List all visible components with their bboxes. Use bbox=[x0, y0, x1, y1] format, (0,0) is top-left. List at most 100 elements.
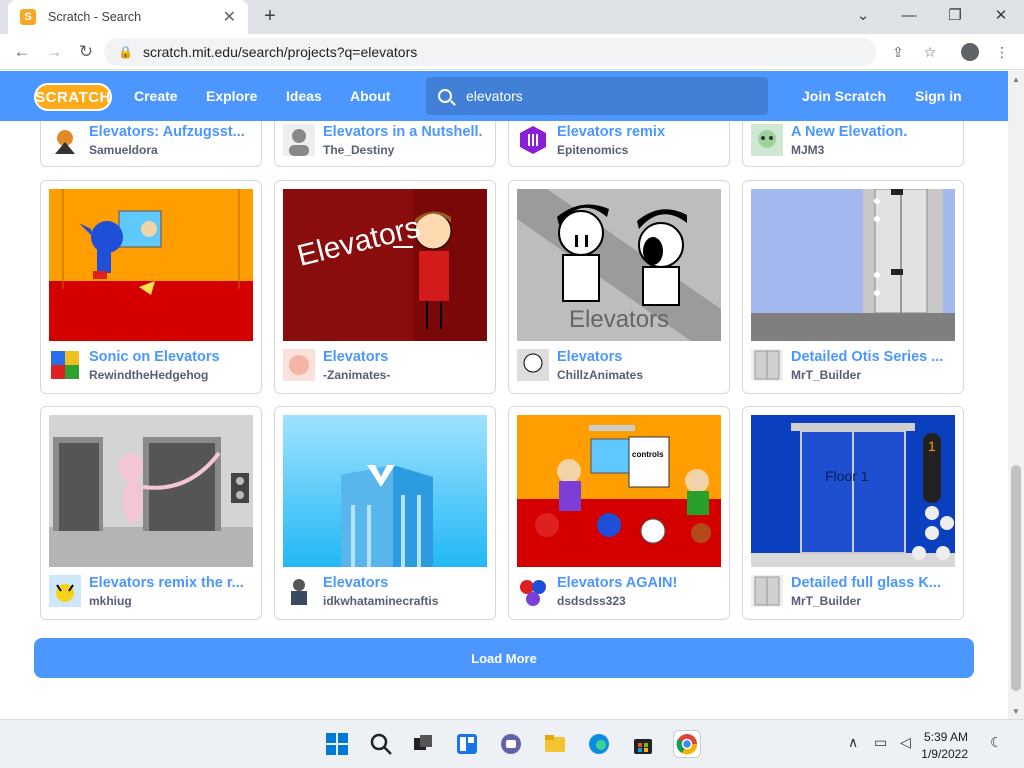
bookmark-star-icon[interactable]: ☆ bbox=[918, 40, 942, 64]
project-thumbnail[interactable] bbox=[751, 189, 955, 341]
project-thumbnail[interactable] bbox=[49, 415, 253, 567]
network-icon[interactable]: ▭ bbox=[874, 734, 887, 751]
project-title[interactable]: Elevators AGAIN! bbox=[557, 575, 721, 591]
system-clock[interactable]: 5:39 AM 1/9/2022 bbox=[921, 729, 968, 763]
project-author[interactable]: mkhiug bbox=[89, 594, 132, 608]
task-view-icon[interactable] bbox=[410, 731, 436, 757]
chrome-icon[interactable] bbox=[674, 731, 700, 757]
notification-icon[interactable]: ☾ bbox=[990, 734, 1003, 751]
thumb-caption: controls bbox=[632, 450, 664, 459]
file-explorer-icon[interactable] bbox=[542, 731, 568, 757]
nav-about[interactable]: About bbox=[350, 71, 390, 121]
user-avatar[interactable] bbox=[517, 124, 549, 156]
load-more-button[interactable]: Load More bbox=[34, 638, 974, 678]
forward-arrow-icon[interactable]: → bbox=[42, 40, 66, 64]
project-thumbnail[interactable]: Floor 1 1 bbox=[751, 415, 955, 567]
restore-button[interactable]: — bbox=[886, 0, 932, 30]
nav-ideas[interactable]: Ideas bbox=[286, 71, 322, 121]
user-avatar[interactable] bbox=[751, 349, 783, 381]
project-card[interactable]: controls Elevators AGAIN! dsdsdss323 bbox=[508, 406, 730, 620]
back-arrow-icon[interactable]: ← bbox=[10, 40, 34, 64]
chevron-up-icon[interactable]: ∧ bbox=[848, 734, 858, 751]
project-author[interactable]: The_Destiny bbox=[323, 143, 394, 157]
project-author[interactable]: ChillzAnimates bbox=[557, 368, 643, 382]
browser-tab[interactable]: S Scratch - Search ✕ bbox=[8, 0, 248, 34]
close-window-button[interactable]: ✕ bbox=[978, 0, 1024, 30]
project-author[interactable]: Samueldora bbox=[89, 143, 158, 157]
join-scratch-link[interactable]: Join Scratch bbox=[802, 71, 886, 121]
reload-icon[interactable]: ↻ bbox=[74, 40, 98, 64]
project-card[interactable]: Elevators: Aufzugsst... Samueldora bbox=[40, 121, 262, 167]
minimize-button[interactable]: ⌄ bbox=[840, 0, 886, 30]
nav-create[interactable]: Create bbox=[134, 71, 178, 121]
user-avatar[interactable] bbox=[283, 124, 315, 156]
search-icon[interactable] bbox=[368, 731, 394, 757]
maximize-button[interactable]: ❐ bbox=[932, 0, 978, 30]
project-author[interactable]: -Zanimates- bbox=[323, 368, 390, 382]
project-author[interactable]: RewindtheHedgehog bbox=[89, 368, 208, 382]
nav-explore[interactable]: Explore bbox=[206, 71, 257, 121]
user-avatar[interactable] bbox=[283, 575, 315, 607]
project-title[interactable]: Elevators bbox=[557, 349, 721, 365]
user-avatar[interactable] bbox=[517, 575, 549, 607]
project-card[interactable]: Elevators idkwhataminecraftis bbox=[274, 406, 496, 620]
sign-in-link[interactable]: Sign in bbox=[915, 71, 962, 121]
project-title[interactable]: Elevators bbox=[323, 349, 487, 365]
share-icon[interactable]: ⇪ bbox=[886, 40, 910, 64]
new-tab-button[interactable]: + bbox=[258, 4, 282, 28]
project-card[interactable]: Detailed Otis Series ... MrT_Builder bbox=[742, 180, 964, 394]
profile-icon[interactable] bbox=[958, 40, 982, 64]
project-card[interactable]: Floor 1 1 Detailed full glass K... MrT_B… bbox=[742, 406, 964, 620]
project-thumbnail[interactable] bbox=[283, 415, 487, 567]
project-title[interactable]: Elevators bbox=[323, 575, 487, 591]
scroll-down-icon[interactable]: ▼ bbox=[1008, 703, 1024, 719]
chat-icon[interactable] bbox=[498, 731, 524, 757]
address-bar[interactable]: 🔒 scratch.mit.edu/search/projects?q=elev… bbox=[104, 38, 876, 66]
vertical-scrollbar[interactable]: ▲ ▼ bbox=[1008, 71, 1024, 719]
project-thumbnail[interactable]: Elevators bbox=[283, 189, 487, 341]
user-avatar[interactable] bbox=[283, 349, 315, 381]
scroll-up-icon[interactable]: ▲ bbox=[1008, 71, 1024, 87]
menu-kebab-icon[interactable]: ⋮ bbox=[990, 40, 1014, 64]
scrollbar-thumb[interactable] bbox=[1011, 465, 1021, 691]
project-card[interactable]: Elevators Elevators ChillzAnimates bbox=[508, 180, 730, 394]
search-input[interactable] bbox=[466, 88, 746, 104]
windows-start-icon[interactable] bbox=[324, 731, 350, 757]
project-author[interactable]: idkwhataminecraftis bbox=[323, 594, 438, 608]
project-title[interactable]: Detailed full glass K... bbox=[791, 575, 955, 591]
project-author[interactable]: dsdsdss323 bbox=[557, 594, 626, 608]
project-author[interactable]: MrT_Builder bbox=[791, 368, 861, 382]
project-title[interactable]: Elevators in a Nutshell. bbox=[323, 124, 487, 140]
project-title[interactable]: A New Elevation. bbox=[791, 124, 955, 140]
user-avatar[interactable] bbox=[49, 349, 81, 381]
project-card[interactable]: Elevators Elevators -Zanimates- bbox=[274, 180, 496, 394]
user-avatar[interactable] bbox=[49, 124, 81, 156]
project-title[interactable]: Elevators remix bbox=[557, 124, 721, 140]
project-card[interactable]: Sonic on Elevators RewindtheHedgehog bbox=[40, 180, 262, 394]
project-title[interactable]: Elevators remix the r... bbox=[89, 575, 253, 591]
volume-icon[interactable]: ◁ bbox=[900, 734, 911, 751]
project-card[interactable]: Elevators in a Nutshell. The_Destiny bbox=[274, 121, 496, 167]
project-title[interactable]: Elevators: Aufzugsst... bbox=[89, 124, 253, 140]
widgets-icon[interactable] bbox=[454, 731, 480, 757]
project-thumbnail[interactable]: controls bbox=[517, 415, 721, 567]
project-author[interactable]: MJM3 bbox=[791, 143, 824, 157]
user-avatar[interactable] bbox=[517, 349, 549, 381]
project-card[interactable]: Elevators remix Epitenomics bbox=[508, 121, 730, 167]
scratch-search-box[interactable] bbox=[426, 77, 768, 115]
project-title[interactable]: Detailed Otis Series ... bbox=[791, 349, 955, 365]
user-avatar[interactable] bbox=[49, 575, 81, 607]
project-card[interactable]: A New Elevation. MJM3 bbox=[742, 121, 964, 167]
tab-close-icon[interactable]: ✕ bbox=[223, 7, 236, 27]
project-card[interactable]: Elevators remix the r... mkhiug bbox=[40, 406, 262, 620]
project-title[interactable]: Sonic on Elevators bbox=[89, 349, 253, 365]
project-author[interactable]: MrT_Builder bbox=[791, 594, 861, 608]
user-avatar[interactable] bbox=[751, 124, 783, 156]
project-thumbnail[interactable]: Elevators bbox=[517, 189, 721, 341]
edge-icon[interactable] bbox=[586, 731, 612, 757]
project-thumbnail[interactable] bbox=[49, 189, 253, 341]
project-author[interactable]: Epitenomics bbox=[557, 143, 628, 157]
scratch-logo[interactable]: SCRATCH bbox=[34, 83, 112, 111]
store-icon[interactable] bbox=[630, 731, 656, 757]
user-avatar[interactable] bbox=[751, 575, 783, 607]
